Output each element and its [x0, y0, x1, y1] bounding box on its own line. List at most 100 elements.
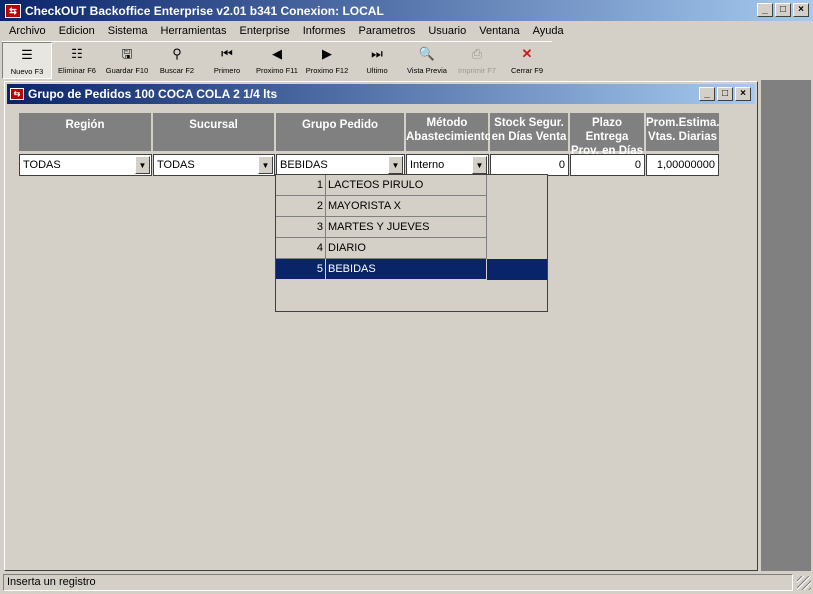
dropdown-option-label: MAYORISTA X	[326, 196, 487, 217]
menu-bar: Archivo Edicion Sistema Herramientas Ent…	[0, 21, 813, 40]
dropdown-option[interactable]: 3 MARTES Y JUEVES	[276, 217, 547, 238]
sucursal-combo[interactable]: TODAS ▼	[153, 154, 275, 176]
dropdown-option-number: 3	[276, 217, 326, 238]
child-maximize-button[interactable]: □	[717, 87, 733, 101]
app-title-bar: ⇆ CheckOUT Backoffice Enterprise v2.01 b…	[0, 0, 813, 21]
app-logo-icon: ⇆	[5, 3, 21, 18]
toolbar-button-label: Buscar F2	[159, 66, 195, 75]
menu-parametros[interactable]: Parametros	[351, 25, 421, 37]
grupo-pedido-dropdown-list: 1 LACTEOS PIRULO 2 MAYORISTA X 3 MARTES Y JUE…	[275, 174, 548, 312]
header-stock-seguridad[interactable]: Stock Segur. en Días Venta	[490, 113, 570, 151]
child-logo-icon: ⇆	[10, 88, 24, 100]
close-x-button[interactable]: ✕ Cerrar F9	[502, 42, 552, 79]
printer-icon: ⎙	[471, 46, 483, 61]
close-x-icon: ✕	[521, 46, 533, 61]
header-prom-estima[interactable]: Prom.Estima. Vtas. Diarias	[646, 113, 720, 151]
first-record-icon: ⏮	[221, 46, 233, 61]
print-preview-button[interactable]: 🔍 Vista Previa	[402, 42, 452, 79]
toolbar-button-label: Imprimir F7	[458, 66, 496, 75]
grupo-pedido-value: BEBIDAS	[280, 159, 328, 171]
toolbar-button-label: Proximo F11	[256, 66, 298, 75]
prom-estima-field[interactable]: 1,00000000	[646, 154, 719, 176]
delete-record-icon: ☷	[71, 46, 83, 61]
header-sucursal[interactable]: Sucursal	[153, 113, 276, 151]
menu-ventana[interactable]: Ventana	[472, 25, 525, 37]
menu-herramientas[interactable]: Herramientas	[154, 25, 233, 37]
new-record-button[interactable]: ☰ Nuevo F3	[2, 42, 52, 79]
status-bar: Inserta un registro	[0, 572, 813, 592]
mdi-background	[761, 80, 811, 571]
dropdown-option-number: 4	[276, 238, 326, 259]
header-metodo[interactable]: Método Abastecimiento	[406, 113, 492, 151]
child-close-button[interactable]: ×	[735, 87, 751, 101]
grupo-pedido-combo[interactable]: BEBIDAS ▼	[276, 154, 405, 176]
toolbar: ☰ Nuevo F3 ☷ Eliminar F6 🖫 Guardar F10 ⚲ Buscar…	[2, 41, 552, 79]
first-record-button[interactable]: ⏮ Primero	[202, 42, 252, 79]
dropdown-option[interactable]: 2 MAYORISTA X	[276, 196, 547, 217]
sucursal-value: TODAS	[157, 159, 195, 171]
metodo-combo[interactable]: Interno ▼	[406, 154, 489, 176]
binoculars-icon: ⚲	[172, 46, 182, 61]
dropdown-option-number: 1	[276, 175, 326, 196]
toolbar-button-label: Cerrar F9	[510, 66, 544, 75]
minimize-button[interactable]: _	[757, 3, 773, 17]
printer-button[interactable]: ⎙ Imprimir F7	[452, 42, 502, 79]
region-combo[interactable]: TODAS ▼	[19, 154, 152, 176]
grid-header: Región Sucursal Grupo Pedido Método Abast…	[19, 113, 720, 157]
menu-usuario[interactable]: Usuario	[421, 25, 472, 37]
child-title: Grupo de Pedidos 100 COCA COLA 2 1/4 lts	[28, 87, 278, 101]
menu-informes[interactable]: Informes	[296, 25, 352, 37]
menu-sistema[interactable]: Sistema	[101, 25, 154, 37]
previous-record-icon: ◀	[272, 46, 282, 61]
metodo-dropdown-arrow-icon[interactable]: ▼	[472, 156, 487, 174]
previous-record-button[interactable]: ◀ Proximo F11	[252, 42, 302, 79]
toolbar-button-label: Guardar F10	[105, 66, 149, 75]
dropdown-option-label: MARTES Y JUEVES	[326, 217, 487, 238]
dropdown-option[interactable]: 5 BEBIDAS	[276, 259, 547, 280]
plazo-entrega-field[interactable]: 0	[570, 154, 645, 176]
child-title-bar: ⇆ Grupo de Pedidos 100 COCA COLA 2 1/4 l…	[7, 84, 755, 104]
dropdown-option-label: BEBIDAS	[326, 259, 487, 280]
region-value: TODAS	[23, 159, 61, 171]
dropdown-option-label: LACTEOS PIRULO	[326, 175, 487, 196]
dropdown-option-number: 2	[276, 196, 326, 217]
menu-enterprise[interactable]: Enterprise	[233, 25, 296, 37]
print-preview-icon: 🔍	[418, 46, 436, 61]
grupo-pedido-dropdown-arrow-icon[interactable]: ▼	[388, 156, 403, 174]
toolbar-button-label: Ultimo	[366, 66, 388, 75]
new-record-icon: ☰	[21, 47, 33, 62]
status-text: Inserta un registro	[3, 573, 793, 591]
last-record-icon: ⏭	[371, 46, 383, 61]
last-record-button[interactable]: ⏭ Ultimo	[352, 42, 402, 79]
delete-record-button[interactable]: ☷ Eliminar F6	[52, 42, 102, 79]
grupo-pedidos-window: ⇆ Grupo de Pedidos 100 COCA COLA 2 1/4 l…	[4, 81, 758, 571]
header-region[interactable]: Región	[19, 113, 153, 151]
maximize-button[interactable]: □	[775, 3, 791, 17]
region-dropdown-arrow-icon[interactable]: ▼	[135, 156, 150, 174]
resize-grip-icon[interactable]	[797, 576, 811, 590]
dropdown-option-label: DIARIO	[326, 238, 487, 259]
floppy-save-icon: 🖫	[121, 46, 133, 61]
toolbar-button-label: Eliminar F6	[58, 66, 96, 75]
child-minimize-button[interactable]: _	[699, 87, 715, 101]
menu-edicion[interactable]: Edicion	[52, 25, 101, 37]
toolbar-button-label: Vista Previa	[407, 66, 447, 75]
toolbar-button-label: Proximo F12	[305, 66, 349, 75]
dropdown-option-number: 5	[276, 259, 326, 280]
next-record-button[interactable]: ▶ Proximo F12	[302, 42, 352, 79]
header-grupo-pedido[interactable]: Grupo Pedido	[276, 113, 406, 151]
dropdown-option[interactable]: 4 DIARIO	[276, 238, 547, 259]
menu-ayuda[interactable]: Ayuda	[526, 25, 570, 37]
close-button[interactable]: ×	[793, 3, 809, 17]
dropdown-option[interactable]: 1 LACTEOS PIRULO	[276, 175, 547, 196]
sucursal-dropdown-arrow-icon[interactable]: ▼	[258, 156, 273, 174]
menu-archivo[interactable]: Archivo	[2, 25, 52, 37]
stock-seguridad-field[interactable]: 0	[490, 154, 569, 176]
floppy-save-button[interactable]: 🖫 Guardar F10	[102, 42, 152, 79]
binoculars-button[interactable]: ⚲ Buscar F2	[152, 42, 202, 79]
header-plazo-entrega[interactable]: Plazo Entrega Prov. en Días	[570, 113, 646, 157]
toolbar-button-label: Nuevo F3	[10, 67, 44, 76]
app-title: CheckOUT Backoffice Enterprise v2.01 b34…	[25, 3, 384, 18]
toolbar-button-label: Primero	[213, 66, 241, 75]
grid-row: TODAS ▼ TODAS ▼ BEBIDAS ▼ Interno ▼ 0 0 1,00…	[19, 154, 720, 176]
